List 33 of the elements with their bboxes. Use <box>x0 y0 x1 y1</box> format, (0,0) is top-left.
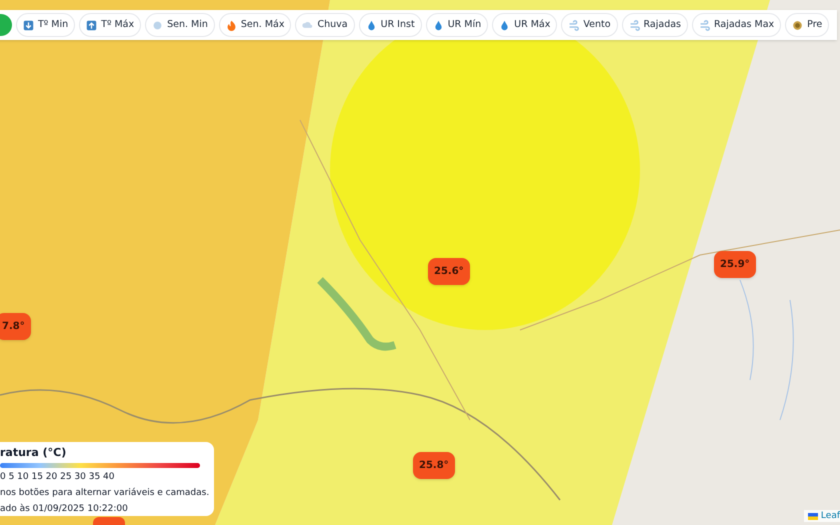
update-time: ado às 01/09/2025 10:22:00 <box>0 503 129 516</box>
temperature-marker[interactable]: 25.9° <box>714 251 756 278</box>
layer-button[interactable]: UR Mín <box>426 13 488 37</box>
scale-labels: 0 5 10 15 20 25 30 35 40 <box>0 471 116 484</box>
layer-button[interactable]: UR Máx <box>492 13 558 37</box>
marker-badge <box>93 517 125 525</box>
layer-button[interactable]: UR Inst <box>358 13 422 37</box>
droplet-icon <box>432 20 444 30</box>
layer-button[interactable]: Chuva <box>295 13 355 37</box>
layer-button[interactable]: Vento <box>561 13 618 37</box>
cloud-icon <box>302 20 314 30</box>
droplet-icon <box>366 20 377 30</box>
temperature-marker[interactable]: 7.8° <box>0 313 31 340</box>
layer-button[interactable]: Tº Min <box>16 13 76 37</box>
temperature-marker[interactable]: 25.8° <box>413 452 455 479</box>
hint-text: nos botões para alternar variáveis e camadas. <box>0 487 210 500</box>
layer-button[interactable]: Pre <box>785 13 830 37</box>
wind-icon <box>568 20 580 30</box>
down-arrow-icon <box>23 20 34 30</box>
layer-button[interactable]: Tº Máx <box>79 13 142 37</box>
wind-icon <box>628 20 640 30</box>
droplet-icon <box>499 20 510 30</box>
up-arrow-icon <box>86 20 98 30</box>
layer-button[interactable]: Rajadas Max <box>692 13 782 37</box>
layer-button[interactable]: Rajadas <box>622 13 688 37</box>
wind-icon <box>699 20 710 30</box>
flame-icon <box>226 20 237 30</box>
legend-title: ratura (°C) <box>0 446 68 460</box>
flag-icon <box>808 512 818 520</box>
layer-button[interactable]: Sen. Min <box>145 13 215 37</box>
layer-button[interactable]: Sen. Máx <box>218 13 292 37</box>
temperature-marker[interactable]: 25.6° <box>428 258 470 285</box>
coin-icon <box>792 20 804 30</box>
